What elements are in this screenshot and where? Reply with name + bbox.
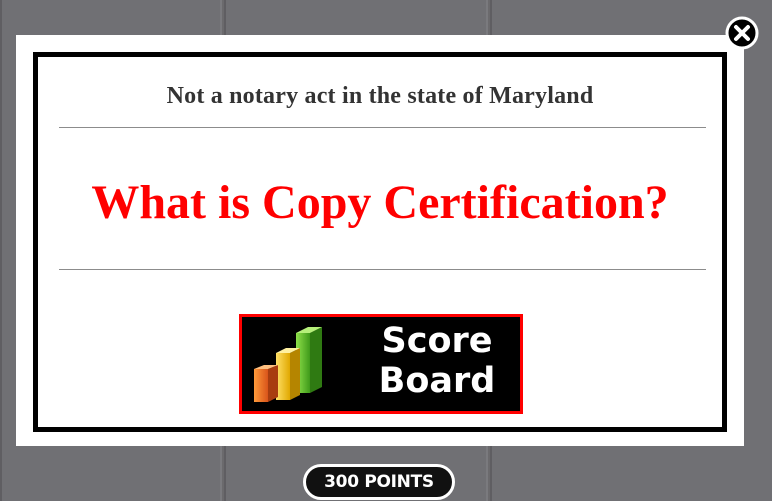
close-icon[interactable] [725, 16, 759, 50]
divider [59, 127, 706, 128]
points-badge: 300 POINTS [303, 464, 455, 500]
scoreboard-label: Score Board [352, 321, 522, 401]
question-modal: Not a notary act in the state of Marylan… [16, 35, 744, 446]
scoreboard-label-line1: Score [381, 321, 493, 361]
bar-chart-icon [254, 327, 322, 402]
scoreboard-label-line2: Board [378, 361, 496, 401]
divider [59, 269, 706, 270]
question-subtitle: Not a notary act in the state of Marylan… [166, 83, 594, 109]
question-text: What is Copy Certification? [91, 176, 669, 229]
question-card: Not a notary act in the state of Marylan… [33, 52, 727, 432]
scoreboard-button[interactable]: Score Board [239, 314, 523, 414]
